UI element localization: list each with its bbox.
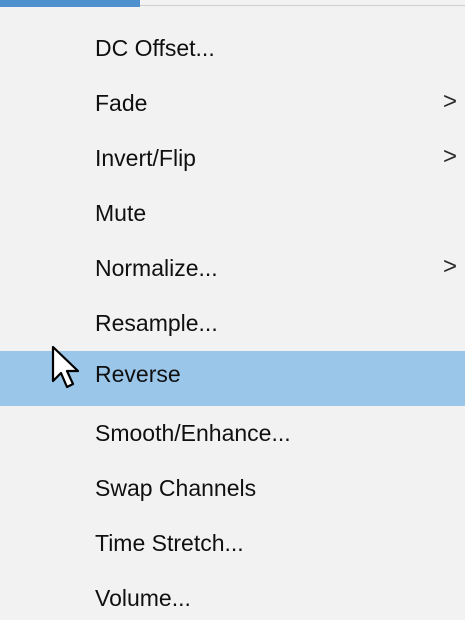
menu-item-label: Time Stretch... bbox=[95, 530, 244, 556]
menu-item-dc-offset[interactable]: DC Offset... bbox=[0, 21, 465, 76]
menu-item-label: Reverse bbox=[95, 361, 181, 387]
menu-item-label: Swap Channels bbox=[95, 475, 257, 501]
menu-accent-bar bbox=[0, 0, 140, 7]
menu-item-volume[interactable]: Volume... bbox=[0, 571, 465, 620]
menu-item-label: Volume... bbox=[95, 585, 191, 611]
submenu-arrow-icon: > bbox=[442, 88, 457, 115]
menu-item-smooth-enhance[interactable]: Smooth/Enhance... bbox=[0, 406, 465, 461]
menu-item-normalize[interactable]: Normalize... > bbox=[0, 241, 465, 296]
submenu-arrow-icon: > bbox=[442, 143, 457, 170]
menu-item-time-stretch[interactable]: Time Stretch... bbox=[0, 516, 465, 571]
menu-item-mute[interactable]: Mute bbox=[0, 186, 465, 241]
menu-items: DC Offset... Fade > Invert/Flip > Mute N… bbox=[0, 21, 465, 620]
mouse-pointer-icon bbox=[51, 345, 80, 389]
menu-item-resample[interactable]: Resample... bbox=[0, 296, 465, 351]
menu-item-label: Invert/Flip bbox=[95, 145, 196, 171]
menu-item-label: Fade bbox=[95, 90, 148, 116]
menu-top-divider bbox=[140, 5, 465, 6]
menu-item-label: DC Offset... bbox=[95, 35, 215, 61]
menu-item-invert-flip[interactable]: Invert/Flip > bbox=[0, 131, 465, 186]
menu-item-label: Normalize... bbox=[95, 255, 218, 281]
menu-item-swap-channels[interactable]: Swap Channels bbox=[0, 461, 465, 516]
menu-item-label: Resample... bbox=[95, 310, 218, 336]
menu-item-label: Mute bbox=[95, 200, 147, 226]
menu-item-label: Smooth/Enhance... bbox=[95, 420, 291, 446]
menu-item-fade[interactable]: Fade > bbox=[0, 76, 465, 131]
context-menu: DC Offset... Fade > Invert/Flip > Mute N… bbox=[0, 0, 465, 620]
menu-top-edge bbox=[0, 0, 465, 12]
submenu-arrow-icon: > bbox=[442, 253, 457, 280]
